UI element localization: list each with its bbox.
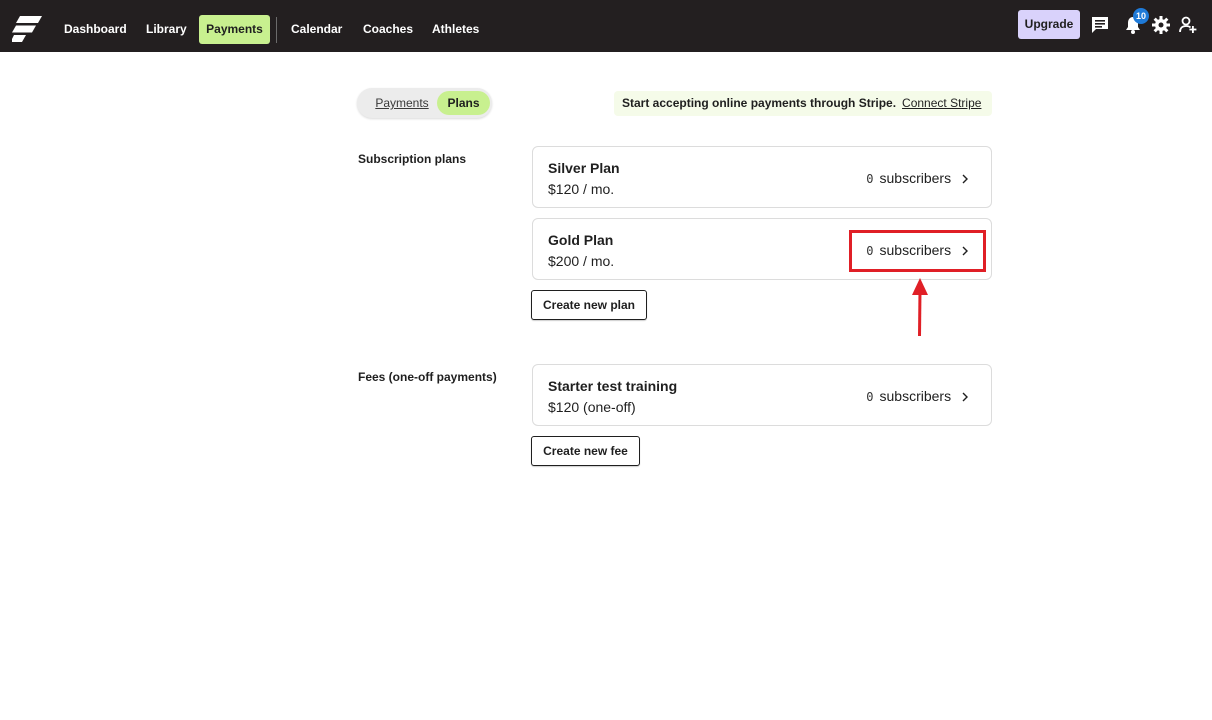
- create-plan-button[interactable]: Create new plan: [531, 290, 647, 320]
- nav-divider: [276, 17, 277, 43]
- nav-payments[interactable]: Payments: [199, 15, 270, 44]
- subscribers-label: subscribers: [879, 170, 952, 186]
- notification-badge: 10: [1133, 8, 1149, 24]
- top-navigation-bar: Dashboard Library Payments Calendar Coac…: [0, 0, 1212, 52]
- toggle-payments[interactable]: Payments: [362, 91, 442, 115]
- subscriber-count: 0: [866, 390, 874, 404]
- annotation-arrow-icon: [912, 278, 928, 337]
- fee-price: $120 (one-off): [548, 399, 636, 415]
- stripe-banner: Start accepting online payments through …: [614, 91, 992, 116]
- user-add-icon[interactable]: [1178, 15, 1198, 35]
- nav-library[interactable]: Library: [137, 15, 196, 44]
- subscription-plans-label: Subscription plans: [358, 152, 467, 166]
- nav-calendar[interactable]: Calendar: [282, 15, 351, 44]
- nav-dashboard[interactable]: Dashboard: [55, 15, 136, 44]
- upgrade-button[interactable]: Upgrade: [1018, 10, 1080, 39]
- subscribers-label: subscribers: [879, 388, 952, 404]
- annotation-highlight-box: [849, 230, 986, 272]
- plan-name: Gold Plan: [548, 232, 614, 248]
- stripe-message: Start accepting online payments through …: [622, 96, 897, 110]
- plan-price: $120 / mo.: [548, 181, 615, 197]
- logo-icon[interactable]: [12, 16, 44, 42]
- chat-icon[interactable]: [1090, 15, 1110, 35]
- plan-name: Silver Plan: [548, 160, 620, 176]
- create-fee-button[interactable]: Create new fee: [531, 436, 640, 466]
- fee-subscribers[interactable]: 0 subscribers: [866, 388, 971, 404]
- subscriber-count: 0: [866, 172, 874, 186]
- nav-athletes[interactable]: Athletes: [423, 15, 488, 44]
- plan-card-silver[interactable]: Silver Plan $120 / mo. 0 subscribers: [532, 146, 992, 208]
- toggle-plans[interactable]: Plans: [437, 91, 490, 115]
- fee-name: Starter test training: [548, 378, 678, 394]
- fee-card-starter[interactable]: Starter test training $120 (one-off) 0 su…: [532, 364, 992, 426]
- plan-price: $200 / mo.: [548, 253, 615, 269]
- plan-subscribers[interactable]: 0 subscribers: [866, 170, 971, 186]
- nav-coaches[interactable]: Coaches: [354, 15, 422, 44]
- chevron-right-icon: [962, 392, 968, 402]
- payments-plans-toggle: Payments Plans: [357, 88, 492, 118]
- fees-label: Fees (one-off payments): [358, 370, 497, 384]
- gear-icon[interactable]: [1151, 15, 1171, 35]
- connect-stripe-link[interactable]: Connect Stripe: [902, 96, 981, 110]
- chevron-right-icon: [962, 174, 968, 184]
